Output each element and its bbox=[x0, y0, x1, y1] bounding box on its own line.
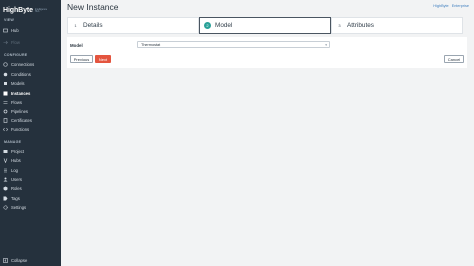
sidebar-item-label: Flow bbox=[11, 40, 20, 45]
next-button[interactable]: Next bbox=[95, 55, 111, 63]
sidebar-item-label: Hubs bbox=[11, 158, 21, 163]
sidebar-item-label: Certificates bbox=[11, 118, 32, 123]
sidebar-item-label: Users bbox=[11, 177, 22, 182]
section-label-manage: MANAGE bbox=[4, 140, 22, 144]
sidebar-item-label: Connections bbox=[11, 62, 35, 67]
step-number: 2 bbox=[204, 22, 211, 29]
sidebar-item-flow[interactable]: Flow bbox=[3, 39, 59, 46]
model-label: Model bbox=[70, 43, 83, 48]
section-label-view: VIEW bbox=[4, 18, 14, 22]
hubs-icon bbox=[3, 158, 8, 163]
sidebar-item-tags[interactable]: Tags bbox=[3, 195, 59, 202]
sidebar-item-certificates[interactable]: Certificates bbox=[3, 117, 59, 124]
sidebar-item-users[interactable]: Users bbox=[3, 176, 59, 183]
section-label-configure: CONFIGURE bbox=[4, 53, 28, 57]
sidebar-item-label: Project bbox=[11, 149, 25, 154]
brand-logo[interactable]: HighByte Intelligence Hub bbox=[3, 4, 49, 14]
sidebar-item-conditions[interactable]: Conditions bbox=[3, 71, 59, 78]
sidebar-item-label: Functions bbox=[11, 127, 30, 132]
connections-icon bbox=[3, 62, 8, 67]
step-attributes[interactable]: 3 Attributes bbox=[331, 17, 463, 34]
sidebar-item-connections[interactable]: Connections bbox=[3, 61, 59, 68]
step-model[interactable]: 2 Model bbox=[199, 17, 331, 34]
sidebar-item-label: Hub bbox=[11, 28, 19, 33]
step-details[interactable]: 1 Details bbox=[67, 17, 199, 34]
previous-button[interactable]: Previous bbox=[70, 55, 93, 63]
sidebar-item-flows[interactable]: Flows bbox=[3, 99, 59, 106]
sidebar-item-models[interactable]: Models bbox=[3, 80, 59, 87]
sidebar-item-label: Pipelines bbox=[11, 109, 28, 114]
roles-icon bbox=[3, 186, 8, 191]
users-icon bbox=[3, 177, 8, 182]
brand-tagline: Intelligence Hub bbox=[34, 7, 48, 14]
sidebar-item-instances[interactable]: Instances bbox=[3, 90, 59, 97]
flow-icon bbox=[3, 40, 8, 45]
page-title: New Instance bbox=[67, 2, 119, 12]
project-icon bbox=[3, 149, 8, 154]
sidebar-item-settings[interactable]: Settings bbox=[3, 204, 59, 211]
tags-icon bbox=[3, 196, 8, 201]
step-number: 1 bbox=[74, 23, 77, 28]
sidebar-item-log[interactable]: Log bbox=[3, 167, 59, 174]
user-link-edition[interactable]: Enterprise bbox=[452, 4, 469, 8]
sidebar-item-label: Settings bbox=[11, 205, 27, 210]
model-select-value: Thermostat bbox=[141, 42, 161, 47]
chevron-down-icon: ▾ bbox=[325, 43, 327, 47]
brand-name: HighByte bbox=[3, 7, 33, 14]
sidebar-item-label: Flows bbox=[11, 100, 22, 105]
step-label: Model bbox=[215, 22, 233, 29]
home-icon bbox=[3, 28, 8, 33]
step-number: 3 bbox=[338, 23, 341, 28]
sidebar-item-label: Roles bbox=[11, 186, 22, 191]
functions-icon bbox=[3, 127, 8, 132]
sidebar-item-project[interactable]: Project bbox=[3, 148, 59, 155]
models-icon bbox=[3, 81, 8, 86]
step-label: Details bbox=[83, 22, 103, 29]
gear-icon bbox=[3, 205, 8, 210]
step-label: Attributes bbox=[347, 22, 374, 29]
collapse-icon bbox=[3, 258, 8, 263]
sidebar-item-label: Log bbox=[11, 168, 18, 173]
sidebar-item-hub[interactable]: Hub bbox=[3, 27, 59, 34]
collapse-button[interactable]: Collapse bbox=[3, 257, 59, 264]
user-area: HighByte Enterprise bbox=[433, 4, 469, 8]
sidebar-item-label: Tags bbox=[11, 196, 20, 201]
sidebar: HighByte Intelligence Hub VIEW Hub Flow … bbox=[0, 0, 61, 266]
sidebar-item-label: Models bbox=[11, 81, 25, 86]
pipelines-icon bbox=[3, 109, 8, 114]
sidebar-item-hubs[interactable]: Hubs bbox=[3, 157, 59, 164]
cancel-button[interactable]: Cancel bbox=[444, 55, 464, 63]
header: New Instance HighByte Enterprise bbox=[61, 0, 474, 14]
form-panel: Model Thermostat ▾ Previous Next Cancel bbox=[67, 37, 467, 68]
sidebar-item-functions[interactable]: Functions bbox=[3, 126, 59, 133]
flows-icon bbox=[3, 100, 8, 105]
log-icon bbox=[3, 168, 8, 173]
instances-icon bbox=[3, 91, 8, 96]
certificates-icon bbox=[3, 118, 8, 123]
wizard-steps: 1 Details 2 Model 3 Attributes bbox=[67, 17, 464, 34]
collapse-label: Collapse bbox=[11, 258, 28, 263]
sidebar-item-roles[interactable]: Roles bbox=[3, 185, 59, 192]
conditions-icon bbox=[3, 72, 8, 77]
sidebar-item-pipelines[interactable]: Pipelines bbox=[3, 108, 59, 115]
user-link-org[interactable]: HighByte bbox=[433, 4, 448, 8]
sidebar-item-label: Instances bbox=[11, 91, 31, 96]
model-select[interactable]: Thermostat ▾ bbox=[137, 41, 330, 48]
sidebar-item-label: Conditions bbox=[11, 72, 31, 77]
